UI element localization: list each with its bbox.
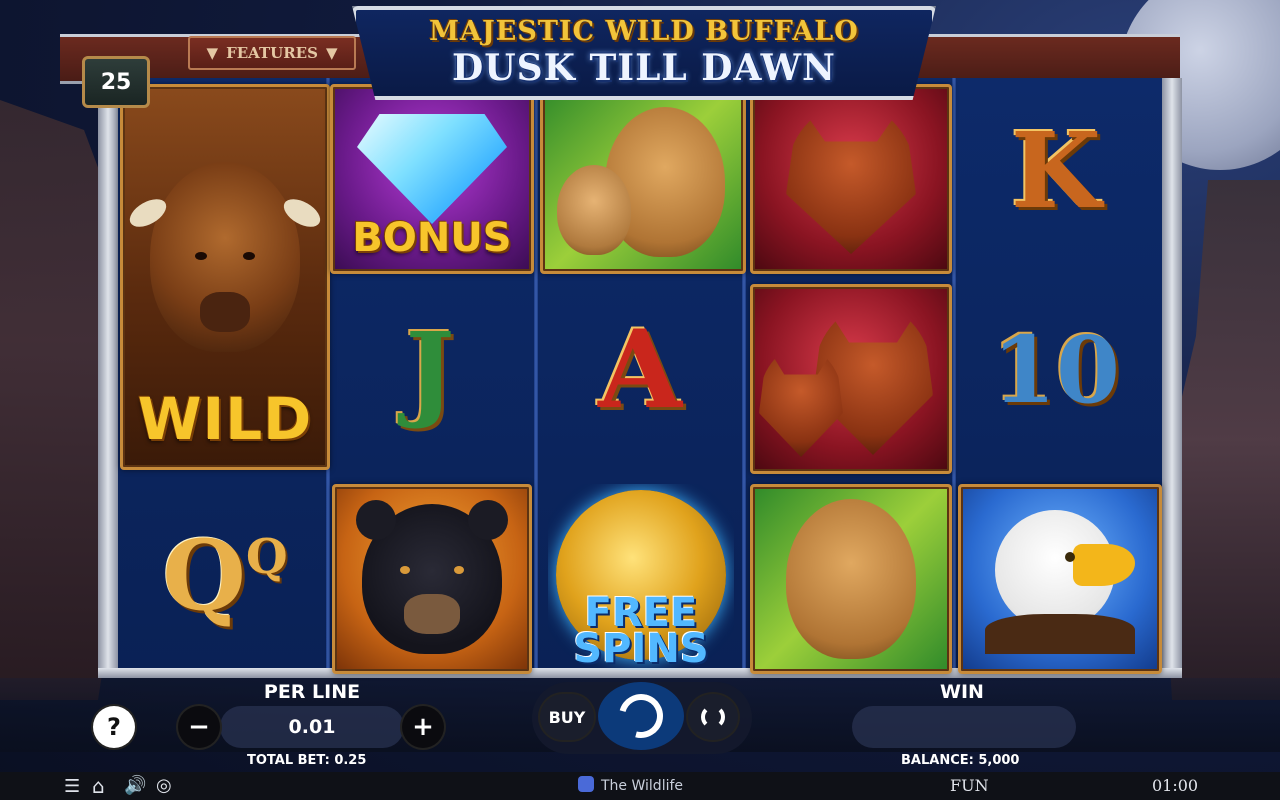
home-icon[interactable]: ⌂ <box>92 774 105 798</box>
features-button[interactable]: ▼ FEATURES ▼ <box>188 36 356 70</box>
per-line-value: 0.01 <box>220 706 404 748</box>
symbol-wolf <box>750 84 952 274</box>
symbol-cougars <box>540 84 746 274</box>
total-bet: TOTAL BET: 0.25 <box>247 753 367 768</box>
clock: 01:00 <box>1152 776 1199 795</box>
ace-letter: A <box>598 307 682 433</box>
balance: BALANCE: 5,000 <box>901 753 1020 768</box>
queen-letter: Q <box>162 518 246 632</box>
jack-letter: J <box>405 308 455 432</box>
symbol-ace: A <box>560 300 720 440</box>
autoplay-button[interactable] <box>688 694 738 740</box>
win-value <box>852 706 1076 748</box>
reel-separator <box>952 78 956 672</box>
brand-logo-icon <box>578 776 594 792</box>
turbo-icon[interactable]: ◎ <box>156 775 172 796</box>
symbol-bear <box>332 484 532 674</box>
per-line-label: PER LINE <box>263 681 361 703</box>
spins-label: SPINS <box>573 626 709 670</box>
wild-label: WILD <box>137 385 313 453</box>
symbol-cougar <box>750 484 952 674</box>
symbol-wolves <box>750 284 952 474</box>
queen-small-letter: Q <box>245 528 288 585</box>
buffalo-icon <box>125 162 325 352</box>
ten-letter: 10 <box>991 316 1121 424</box>
cougar-icon <box>786 499 916 659</box>
symbol-buffalo-wild: WILD <box>120 84 330 470</box>
game-title-line2: DUSK TILL DAWN <box>452 47 836 89</box>
frame-right <box>1162 78 1182 678</box>
game-title-line1: MAJESTIC WILD BUFFALO <box>429 16 859 47</box>
game-title-plate: MAJESTIC WILD BUFFALO DUSK TILL DAWN <box>352 6 936 100</box>
symbol-king: K <box>976 100 1136 240</box>
spin-icon <box>610 685 672 747</box>
sound-icon[interactable]: 🔊 <box>124 775 146 796</box>
chevron-down-icon: ▼ <box>206 44 219 62</box>
eagle-icon <box>985 504 1135 654</box>
chevron-down-icon: ▼ <box>325 44 338 62</box>
bear-icon <box>356 500 508 654</box>
symbol-ten: 10 <box>970 300 1142 440</box>
symbol-jack: J <box>350 300 510 440</box>
symbol-eagle <box>958 484 1162 674</box>
reel-separator <box>534 78 538 672</box>
wolf-icon <box>786 104 916 254</box>
help-button[interactable]: ? <box>93 706 135 748</box>
symbol-diamond-bonus: BONUS <box>330 84 534 274</box>
bonus-label: BONUS <box>352 215 512 261</box>
menu-icon[interactable]: ☰ <box>64 776 80 797</box>
brand-name: The Wildlife <box>601 778 684 794</box>
paylines-badge: 25 <box>82 56 150 108</box>
footer-bar: ☰ ⌂ 🔊 ◎ The Wildlife FUN 01:00 <box>0 772 1280 800</box>
win-label: WIN <box>940 681 984 703</box>
diamond-icon <box>357 114 507 224</box>
symbol-free-spins: FREE SPINS <box>548 484 734 670</box>
increase-bet-button[interactable]: + <box>402 706 444 748</box>
autoplay-icon <box>701 705 725 729</box>
decrease-bet-button[interactable]: − <box>178 706 220 748</box>
buy-button[interactable]: BUY <box>540 694 594 740</box>
wolf-cub-icon <box>759 347 843 457</box>
frame-left <box>98 78 118 678</box>
features-label: FEATURES <box>226 44 318 62</box>
game-mode: FUN <box>950 776 989 795</box>
king-letter: K <box>1010 108 1102 232</box>
spin-button[interactable] <box>598 682 684 750</box>
cougar-cub-icon <box>557 165 631 255</box>
symbol-queen: Q Q <box>140 500 310 650</box>
